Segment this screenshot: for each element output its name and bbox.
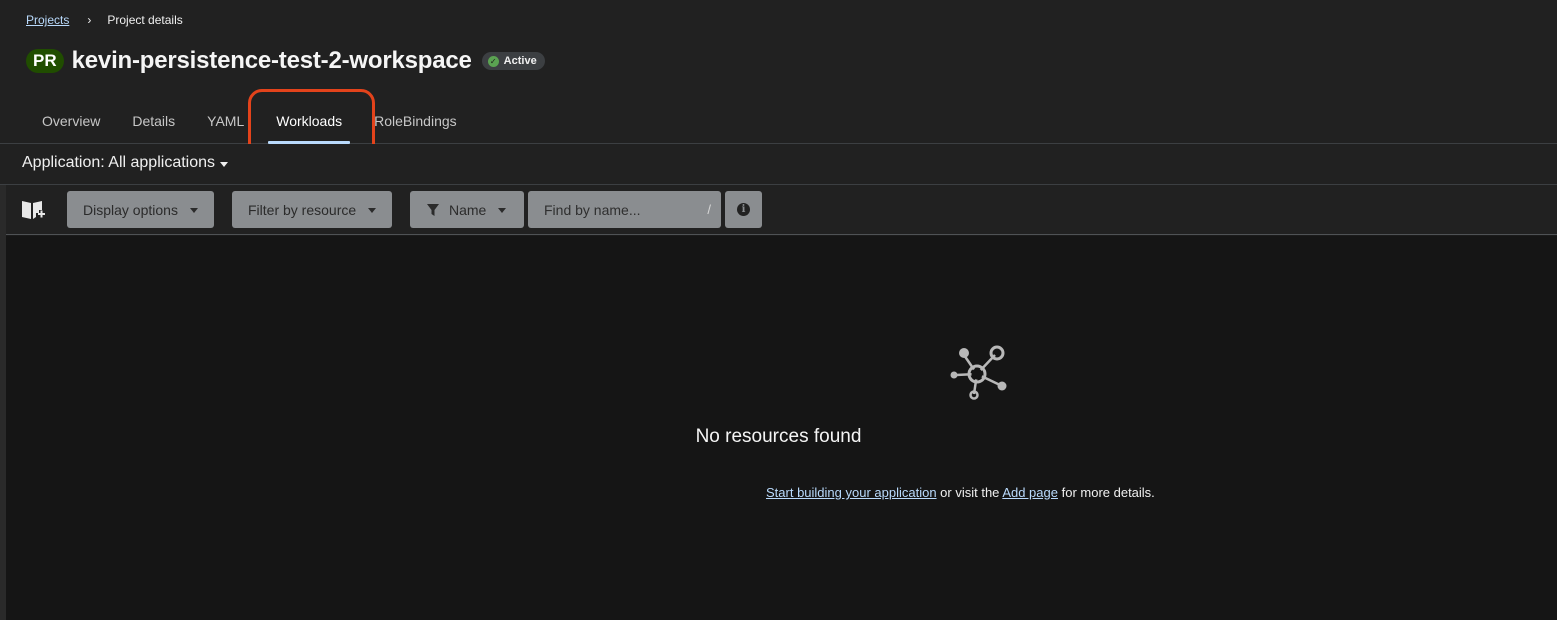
filter-by-resource-label: Filter by resource [248,201,357,218]
tab-yaml[interactable]: YAML [191,100,260,144]
tab-details[interactable]: Details [116,100,191,144]
tab-overview[interactable]: Overview [26,100,116,144]
empty-state-end-text: for more details. [1057,485,1155,500]
empty-state-middle-text: or visit the [936,485,1003,500]
caret-down-icon [498,208,507,213]
filter-type-label: Name [449,201,487,218]
project-badge: PR [26,49,64,73]
application-bar: Application: All applications [0,144,1557,185]
breadcrumb-projects-link[interactable]: Projects [26,13,69,27]
caret-down-icon [220,161,229,167]
tab-workloads[interactable]: Workloads [260,100,358,144]
topology-icon [950,345,1007,400]
display-options-label: Display options [83,201,178,218]
tab-bar: Overview Details YAML Workloads RoleBind… [26,100,473,144]
caret-down-icon [189,208,198,213]
application-selector-label: Application: All applications [22,154,216,171]
page-header: Projects › Project details PR kevin-pers… [0,0,1557,144]
tab-rolebindings[interactable]: RoleBindings [358,100,473,144]
breadcrumb-current: Project details [107,13,183,27]
search-input[interactable] [544,201,694,218]
check-circle-icon: ✓ [487,55,499,67]
book-plus-icon[interactable] [20,198,46,222]
status-label: Active [503,55,537,67]
application-selector[interactable]: Application: All applications [22,154,229,172]
find-by-name-field[interactable]: / [528,191,721,228]
add-page-link[interactable]: Add page [1002,485,1058,500]
info-circle-icon: i [737,203,750,216]
filter-toolbar: Display options Filter by resource Name … [6,185,1557,235]
info-button[interactable]: i [725,191,762,228]
breadcrumb: Projects › Project details [26,13,183,27]
filter-by-resource-button[interactable]: Filter by resource [232,191,393,228]
page-title: kevin-persistence-test-2-workspace [71,47,472,74]
empty-state-title: No resources found [0,426,1557,448]
filter-type-select[interactable]: Name [410,191,524,228]
display-options-button[interactable]: Display options [67,191,214,228]
status-badge: ✓ Active [481,52,545,70]
empty-state-body: Start building your application or visit… [766,485,1155,500]
title-row: PR kevin-persistence-test-2-workspace ✓ … [26,47,545,75]
filter-icon [427,203,439,216]
empty-state-title-text: No resources found [695,426,862,447]
start-building-link[interactable]: Start building your application [766,485,937,500]
search-shortcut-hint: / [707,202,711,217]
caret-down-icon [368,208,377,213]
breadcrumb-separator-icon: › [87,13,92,27]
